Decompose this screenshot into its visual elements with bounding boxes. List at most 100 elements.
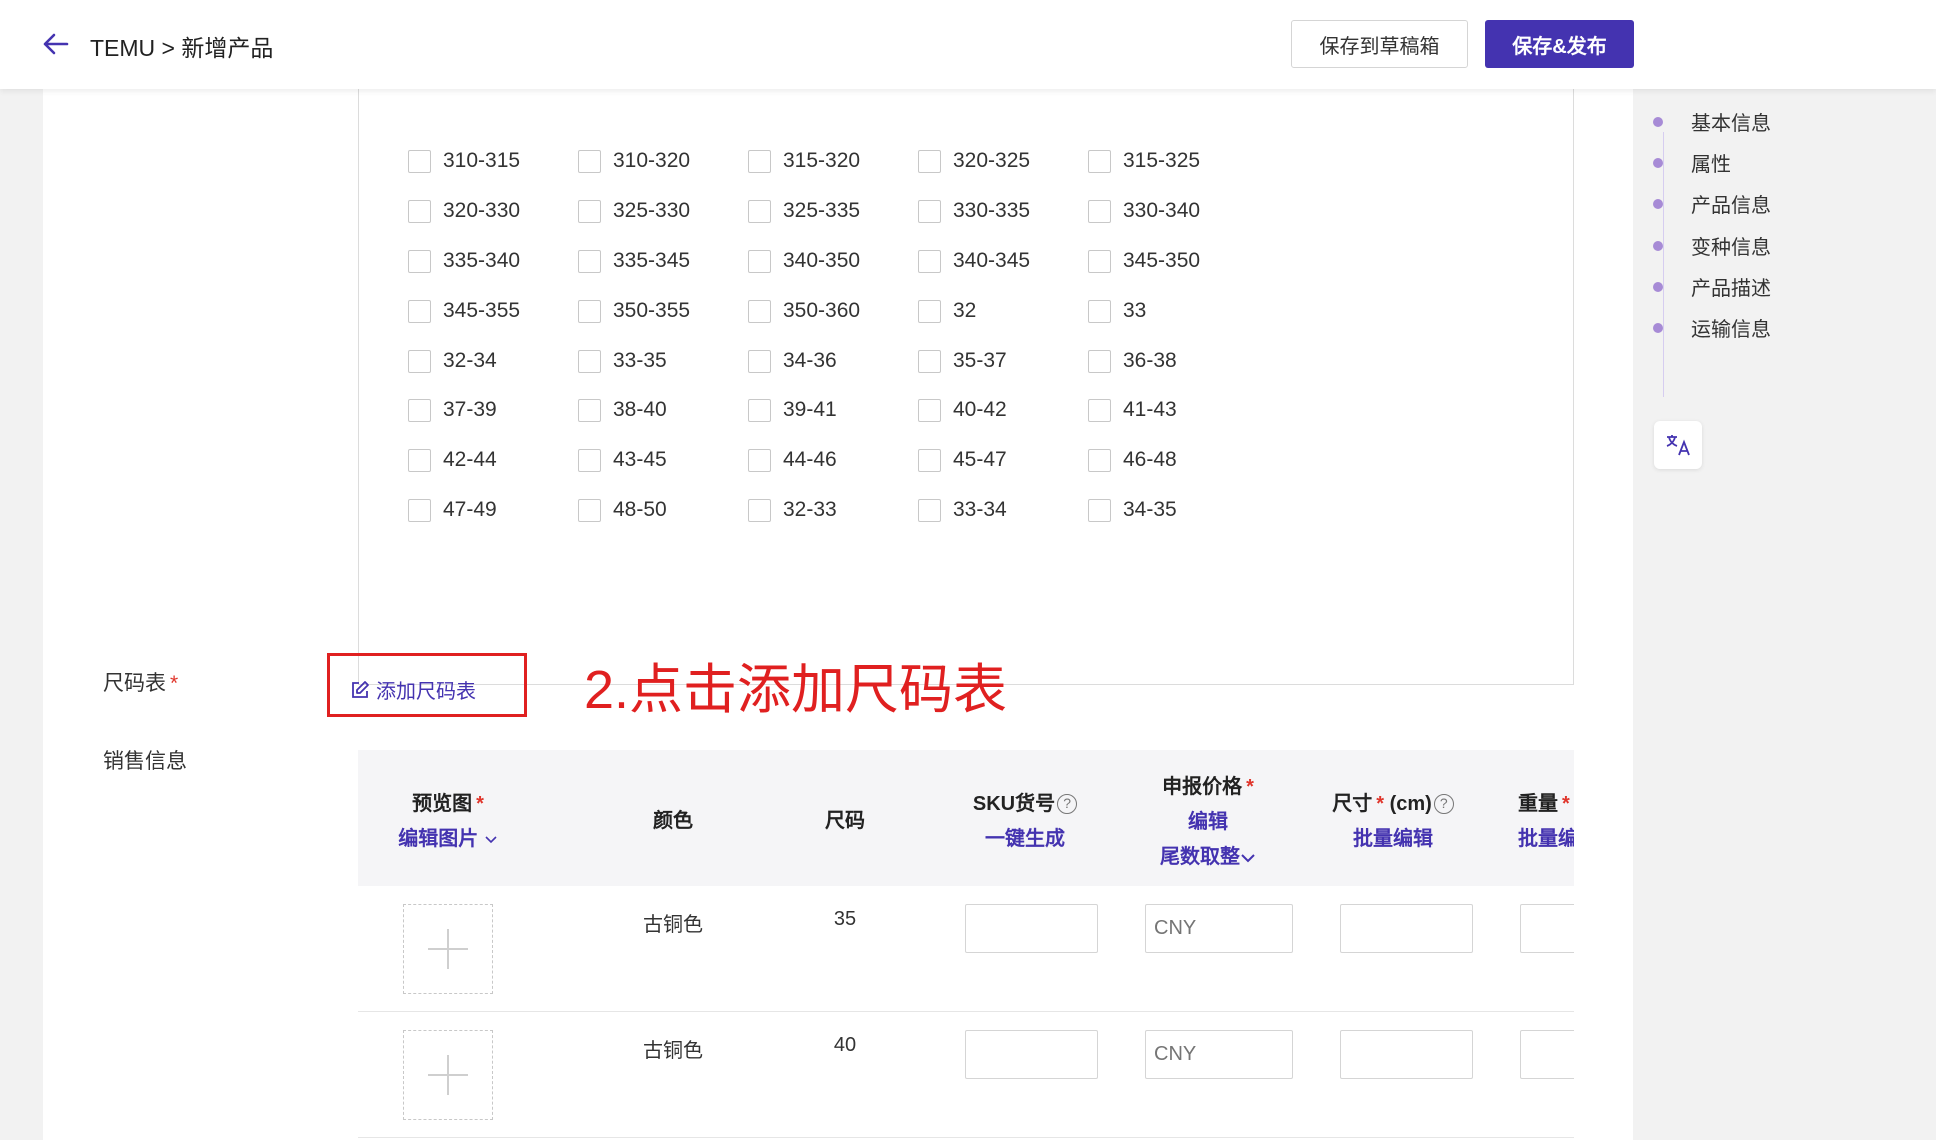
checkbox[interactable] — [1088, 149, 1111, 173]
checkbox[interactable] — [408, 299, 431, 323]
size-option-checkbox[interactable]: 33-35 — [578, 347, 667, 375]
size-option-checkbox[interactable]: 315-320 — [748, 147, 860, 175]
checkbox[interactable] — [1088, 249, 1111, 273]
checkbox[interactable] — [578, 249, 601, 273]
checkbox[interactable] — [408, 398, 431, 422]
size-option-checkbox[interactable]: 340-345 — [918, 247, 1030, 275]
checkbox[interactable] — [918, 349, 941, 373]
size-option-checkbox[interactable]: 41-43 — [1088, 396, 1177, 424]
size-option-checkbox[interactable]: 38-40 — [578, 396, 667, 424]
nav-item[interactable]: 基本信息 — [1653, 107, 1771, 136]
checkbox[interactable] — [918, 398, 941, 422]
nav-item[interactable]: 产品描述 — [1653, 272, 1771, 301]
checkbox[interactable] — [1088, 299, 1111, 323]
checkbox[interactable] — [578, 349, 601, 373]
checkbox[interactable] — [408, 199, 431, 223]
size-option-checkbox[interactable]: 33-34 — [918, 496, 1007, 524]
size-option-checkbox[interactable]: 350-355 — [578, 297, 690, 325]
image-upload[interactable] — [403, 1030, 493, 1120]
save-publish-button[interactable]: 保存&发布 — [1485, 20, 1634, 68]
checkbox[interactable] — [1088, 349, 1111, 373]
size-option-checkbox[interactable]: 310-320 — [578, 147, 690, 175]
size-option-checkbox[interactable]: 47-49 — [408, 496, 497, 524]
nav-item[interactable]: 变种信息 — [1653, 231, 1771, 260]
save-draft-button[interactable]: 保存到草稿箱 — [1291, 20, 1468, 68]
weight-input[interactable] — [1520, 1030, 1574, 1079]
checkbox[interactable] — [1088, 398, 1111, 422]
size-option-checkbox[interactable]: 310-315 — [408, 147, 520, 175]
checkbox[interactable] — [578, 448, 601, 472]
size-option-checkbox[interactable]: 325-335 — [748, 197, 860, 225]
batch-edit-weight-link[interactable]: 批量编辑 — [1518, 822, 1574, 851]
checkbox[interactable] — [578, 299, 601, 323]
auto-generate-sku-link[interactable]: 一键生成 — [955, 822, 1095, 851]
size-option-checkbox[interactable]: 335-340 — [408, 247, 520, 275]
sku-input[interactable] — [965, 1030, 1098, 1079]
checkbox[interactable] — [578, 149, 601, 173]
weight-input[interactable] — [1520, 904, 1574, 953]
price-input[interactable] — [1145, 904, 1293, 953]
checkbox[interactable] — [578, 199, 601, 223]
checkbox[interactable] — [748, 249, 771, 273]
round-price-dropdown[interactable]: 尾数取整 — [1138, 840, 1278, 869]
size-option-checkbox[interactable]: 44-46 — [748, 446, 837, 474]
size-option-checkbox[interactable]: 32 — [918, 297, 976, 325]
back-arrow-icon[interactable] — [40, 28, 72, 60]
size-option-checkbox[interactable]: 36-38 — [1088, 347, 1177, 375]
checkbox[interactable] — [578, 398, 601, 422]
checkbox[interactable] — [748, 199, 771, 223]
size-option-checkbox[interactable]: 340-350 — [748, 247, 860, 275]
size-option-checkbox[interactable]: 32-34 — [408, 347, 497, 375]
size-option-checkbox[interactable]: 325-330 — [578, 197, 690, 225]
checkbox[interactable] — [748, 299, 771, 323]
checkbox[interactable] — [918, 498, 941, 522]
size-option-checkbox[interactable]: 32-33 — [748, 496, 837, 524]
checkbox[interactable] — [918, 249, 941, 273]
size-option-checkbox[interactable]: 350-360 — [748, 297, 860, 325]
dimension-input[interactable] — [1340, 904, 1473, 953]
size-option-checkbox[interactable]: 320-330 — [408, 197, 520, 225]
size-option-checkbox[interactable]: 42-44 — [408, 446, 497, 474]
checkbox[interactable] — [918, 448, 941, 472]
nav-item[interactable]: 属性 — [1653, 148, 1731, 177]
checkbox[interactable] — [408, 149, 431, 173]
nav-item[interactable]: 运输信息 — [1653, 313, 1771, 342]
size-option-checkbox[interactable]: 34-36 — [748, 347, 837, 375]
add-size-chart-button[interactable]: 添加尺码表 — [350, 675, 476, 704]
batch-edit-dimension-link[interactable]: 批量编辑 — [1318, 822, 1468, 851]
checkbox[interactable] — [748, 349, 771, 373]
help-icon[interactable]: ? — [1057, 794, 1078, 814]
checkbox[interactable] — [408, 498, 431, 522]
checkbox[interactable] — [408, 349, 431, 373]
checkbox[interactable] — [748, 398, 771, 422]
size-option-checkbox[interactable]: 46-48 — [1088, 446, 1177, 474]
size-option-checkbox[interactable]: 37-39 — [408, 396, 497, 424]
checkbox[interactable] — [748, 498, 771, 522]
translate-button[interactable] — [1654, 421, 1702, 469]
size-option-checkbox[interactable]: 345-355 — [408, 297, 520, 325]
size-option-checkbox[interactable]: 320-325 — [918, 147, 1030, 175]
checkbox[interactable] — [1088, 498, 1111, 522]
checkbox[interactable] — [1088, 448, 1111, 472]
checkbox[interactable] — [1088, 199, 1111, 223]
size-option-checkbox[interactable]: 45-47 — [918, 446, 1007, 474]
dimension-input[interactable] — [1340, 1030, 1473, 1079]
size-option-checkbox[interactable]: 34-35 — [1088, 496, 1177, 524]
checkbox[interactable] — [408, 448, 431, 472]
image-upload[interactable] — [403, 904, 493, 994]
edit-price-link[interactable]: 编辑 — [1138, 805, 1278, 834]
edit-images-dropdown[interactable]: 编辑图片 — [378, 822, 518, 851]
checkbox[interactable] — [748, 448, 771, 472]
size-option-checkbox[interactable]: 35-37 — [918, 347, 1007, 375]
size-option-checkbox[interactable]: 40-42 — [918, 396, 1007, 424]
size-option-checkbox[interactable]: 33 — [1088, 297, 1146, 325]
checkbox[interactable] — [748, 149, 771, 173]
size-option-checkbox[interactable]: 330-340 — [1088, 197, 1200, 225]
sku-input[interactable] — [965, 904, 1098, 953]
checkbox[interactable] — [918, 299, 941, 323]
size-option-checkbox[interactable]: 48-50 — [578, 496, 667, 524]
size-option-checkbox[interactable]: 43-45 — [578, 446, 667, 474]
checkbox[interactable] — [408, 249, 431, 273]
size-option-checkbox[interactable]: 39-41 — [748, 396, 837, 424]
checkbox[interactable] — [578, 498, 601, 522]
